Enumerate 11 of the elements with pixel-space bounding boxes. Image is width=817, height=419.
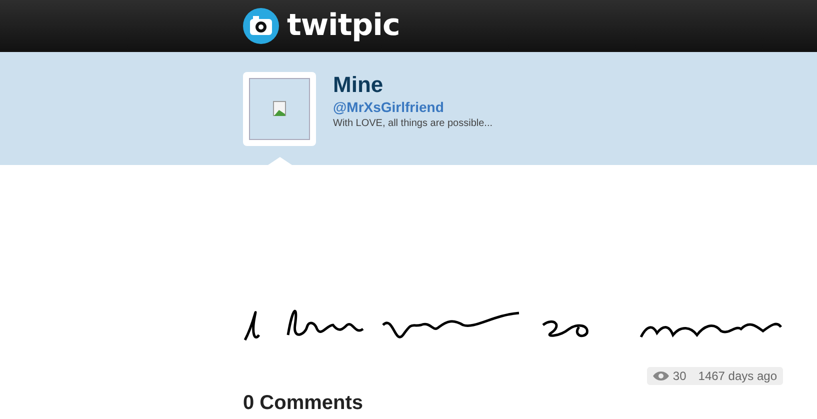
profile-name: Mine bbox=[333, 72, 384, 98]
post-age: 1467 days ago bbox=[698, 369, 777, 383]
camera-logo-icon bbox=[243, 8, 279, 44]
comments-heading: 0 Comments bbox=[243, 391, 364, 415]
avatar-frame[interactable] bbox=[243, 72, 316, 146]
pointer-notch bbox=[268, 157, 292, 165]
broken-image-icon bbox=[272, 101, 286, 117]
view-count: 30 bbox=[672, 369, 686, 383]
logo-text[interactable]: twitpic bbox=[287, 11, 400, 41]
eye-icon bbox=[652, 371, 669, 381]
profile-bio: With LOVE, all things are possible... bbox=[333, 117, 493, 131]
